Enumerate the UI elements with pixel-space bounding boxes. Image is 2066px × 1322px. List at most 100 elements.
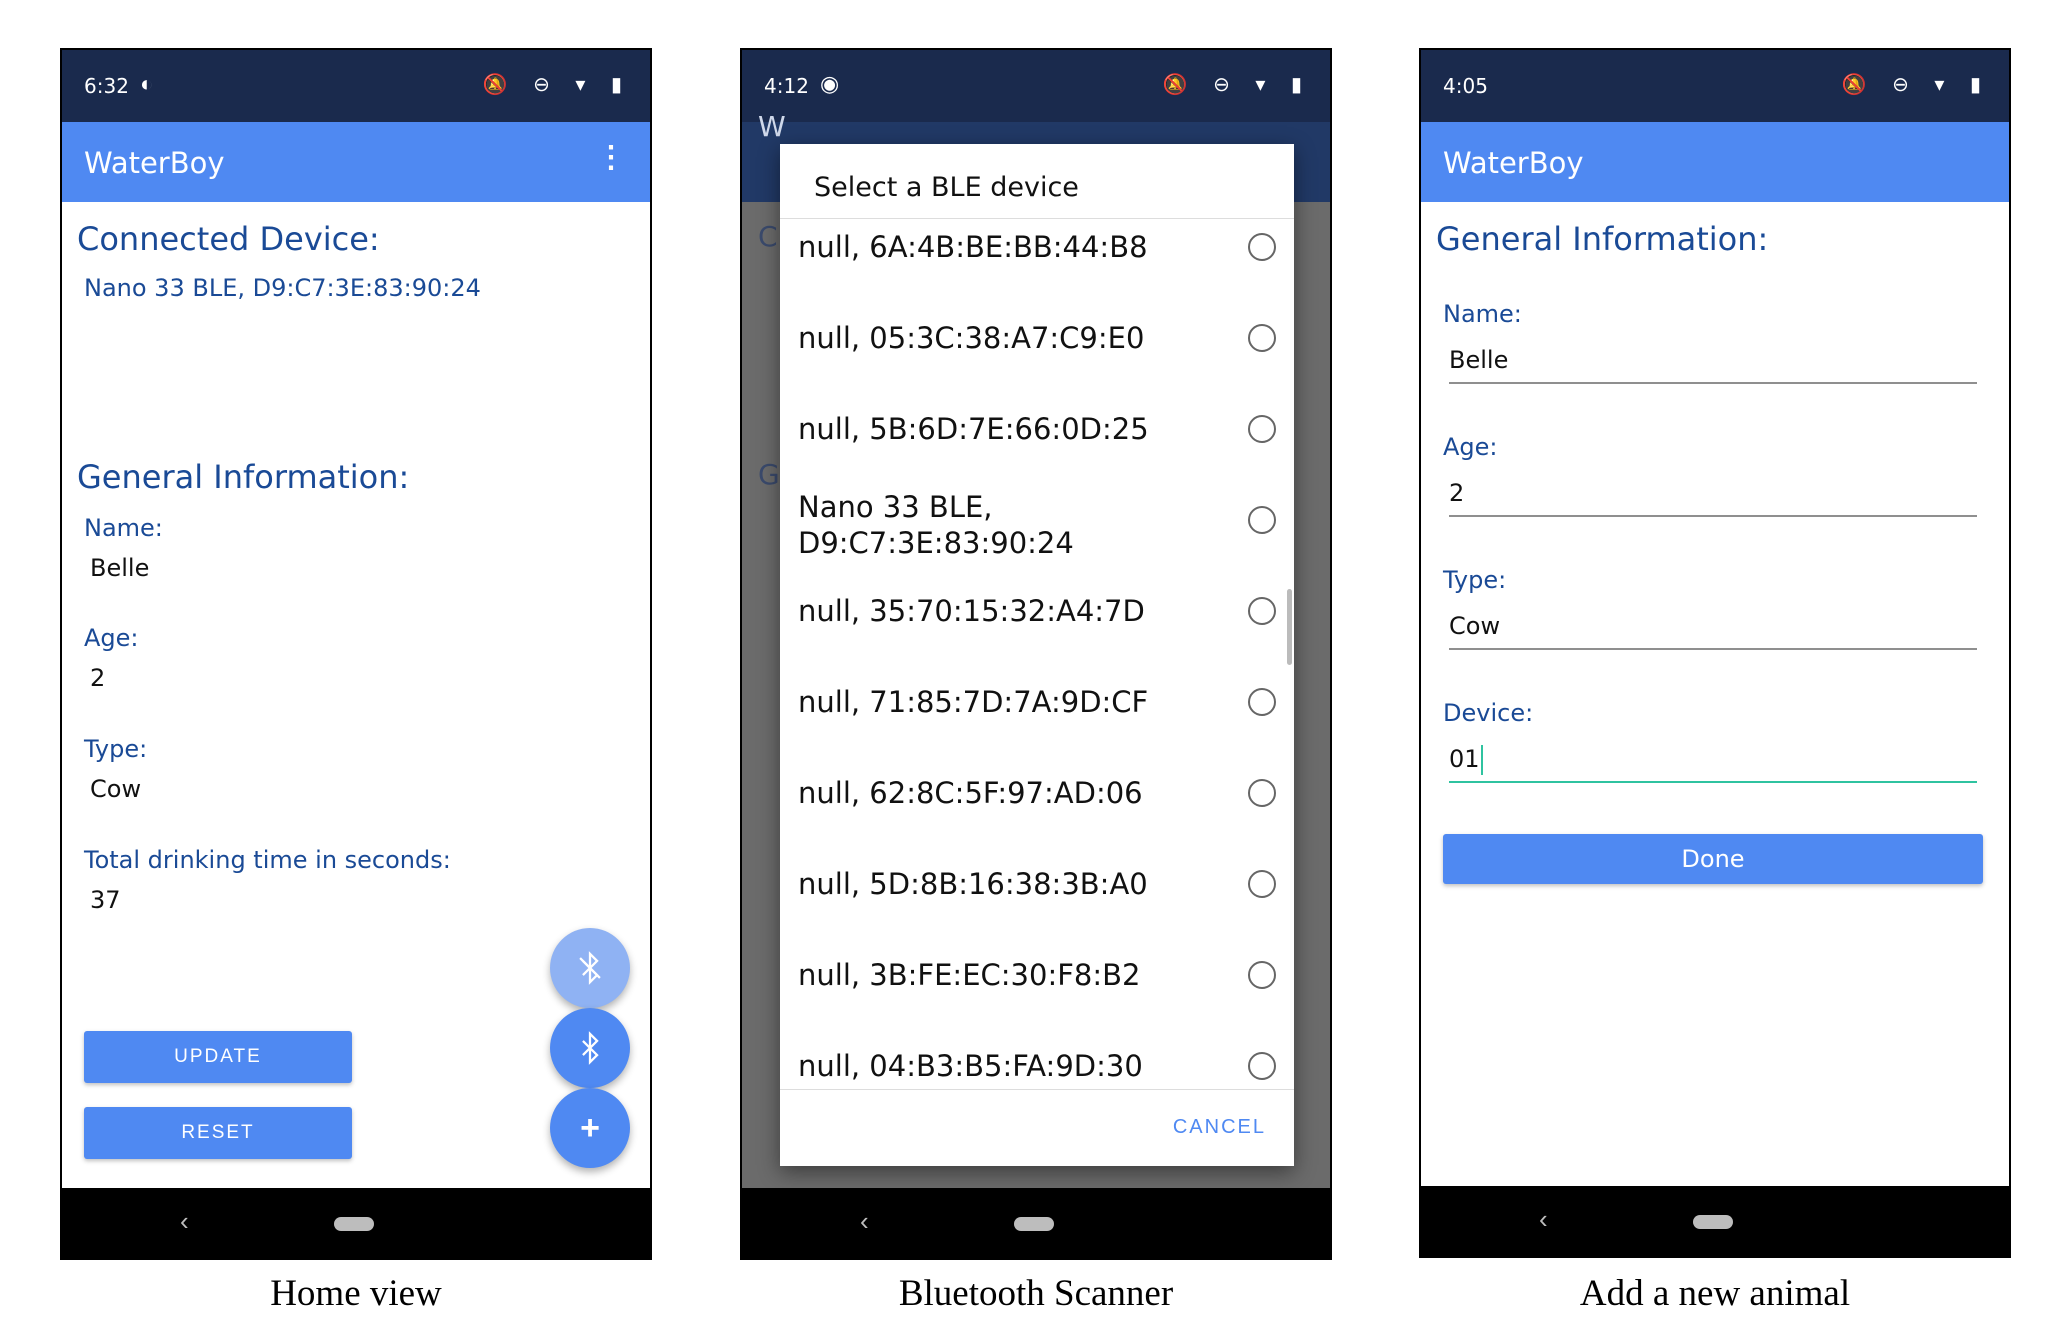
device-input-value: 01 <box>1449 745 1483 775</box>
app-notification-icon: ◐ <box>140 71 154 96</box>
ble-device-label: null, 71:85:7D:7A:9D:CF <box>798 685 1149 719</box>
ble-device-label: null, 3B:FE:EC:30:F8:B2 <box>798 958 1141 992</box>
home-screen: 6:32 ◐ 🔕 ⊖ ▾ ▮ WaterBoy ⋮ Connected Devi… <box>60 48 652 1260</box>
app-bar: WaterBoy <box>1421 122 2009 202</box>
status-bar: 4:05 🔕 ⊖ ▾ ▮ <box>1421 50 2009 122</box>
radio-button[interactable] <box>1248 688 1276 716</box>
status-bar: 4:12 ◉ ● 🔕 ⊖ ▾ ▮ <box>742 50 1330 122</box>
age-input-value: 2 <box>1449 479 1465 507</box>
age-label: Age: <box>84 624 139 652</box>
name-input-value: Belle <box>1449 346 1509 374</box>
name-label: Name: <box>1443 300 1522 328</box>
ble-device-list[interactable]: null, 6A:4B:BE:BB:44:B8 null, 05:3C:38:A… <box>780 219 1294 1089</box>
scanner-screen: 4:12 ◉ ● 🔕 ⊖ ▾ ▮ C G W Select a BLE devi… <box>740 48 1332 1260</box>
home-pill-icon[interactable] <box>1014 1217 1054 1231</box>
behind-heading-c: C <box>758 220 778 253</box>
name-value: Belle <box>90 554 150 582</box>
text-cursor <box>1480 745 1483 775</box>
ble-device-item[interactable]: null, 35:70:15:32:A4:7D <box>780 583 1294 673</box>
bluetooth-disabled-icon <box>579 951 601 985</box>
name-label: Name: <box>84 514 163 542</box>
nav-bar: ‹ <box>742 1188 1330 1258</box>
ble-device-label: null, 04:B3:B5:FA:9D:30 <box>798 1049 1143 1083</box>
reset-button[interactable]: RESET <box>84 1107 352 1159</box>
type-value: Cow <box>90 775 142 803</box>
age-value: 2 <box>90 664 106 692</box>
general-info-heading: General Information: <box>77 458 410 496</box>
status-icons: 🔕 ⊖ ▾ ▮ <box>482 74 632 96</box>
home-pill-icon[interactable] <box>334 1217 374 1231</box>
ble-device-item[interactable]: null, 5D:8B:16:38:3B:A0 <box>780 856 1294 946</box>
back-icon[interactable]: ‹ <box>1539 1204 1548 1235</box>
ble-device-item[interactable]: null, 62:8C:5F:97:AD:06 <box>780 765 1294 855</box>
home-pill-icon[interactable] <box>1693 1215 1733 1229</box>
radio-button[interactable] <box>1248 870 1276 898</box>
status-icons: 🔕 ⊖ ▾ ▮ <box>1162 74 1312 96</box>
name-input[interactable]: Belle <box>1449 340 1977 384</box>
drinking-time-label: Total drinking time in seconds: <box>84 846 451 874</box>
done-button[interactable]: Done <box>1443 834 1983 884</box>
ble-device-label: Nano 33 BLE, D9:C7:3E:83:90:24 <box>798 490 1074 560</box>
app-title: WaterBoy <box>1443 146 1584 180</box>
age-input[interactable]: 2 <box>1449 473 1977 517</box>
connected-device-heading: Connected Device: <box>77 220 380 258</box>
age-label: Age: <box>1443 433 1498 461</box>
status-icons: 🔕 ⊖ ▾ ▮ <box>1841 74 1991 96</box>
status-bar: 6:32 ◐ 🔕 ⊖ ▾ ▮ <box>62 50 650 122</box>
app-title: WaterBoy <box>84 146 225 180</box>
ble-device-item[interactable]: null, 05:3C:38:A7:C9:E0 <box>780 310 1294 400</box>
status-time: 6:32 <box>84 74 129 98</box>
behind-title-w: W <box>758 110 786 143</box>
add-animal-screen: 4:05 🔕 ⊖ ▾ ▮ WaterBoy General Informatio… <box>1419 48 2011 1258</box>
general-info-heading: General Information: <box>1436 220 1769 258</box>
device-label: Device: <box>1443 699 1534 727</box>
back-icon[interactable]: ‹ <box>180 1206 189 1237</box>
type-input[interactable]: Cow <box>1449 606 1977 650</box>
ble-device-item[interactable]: null, 6A:4B:BE:BB:44:B8 <box>780 219 1294 309</box>
add-animal-fab[interactable]: + <box>550 1088 630 1168</box>
dialog-title: Select a BLE device <box>814 172 1079 203</box>
type-input-value: Cow <box>1449 612 1501 640</box>
update-button[interactable]: UPDATE <box>84 1031 352 1083</box>
back-icon[interactable]: ‹ <box>860 1206 869 1237</box>
ble-device-item[interactable]: null, 04:B3:B5:FA:9D:30 <box>780 1038 1294 1089</box>
radio-button[interactable] <box>1248 324 1276 352</box>
type-label: Type: <box>84 735 148 763</box>
app-bar: WaterBoy ⋮ <box>62 122 650 202</box>
ble-device-dialog: Select a BLE device null, 6A:4B:BE:BB:44… <box>780 144 1294 1166</box>
radio-button[interactable] <box>1248 233 1276 261</box>
ble-device-label: null, 5D:8B:16:38:3B:A0 <box>798 867 1148 901</box>
device-input[interactable]: 01 <box>1449 739 1977 783</box>
scanner-caption: Bluetooth Scanner <box>898 1273 1174 1314</box>
ble-device-label: null, 05:3C:38:A7:C9:E0 <box>798 321 1145 355</box>
screen-record-icon: ◉ <box>820 71 840 96</box>
connected-device-value: Nano 33 BLE, D9:C7:3E:83:90:24 <box>84 274 481 302</box>
status-time: 4:12 <box>764 74 809 98</box>
type-label: Type: <box>1443 566 1507 594</box>
home-caption: Home view <box>270 1273 442 1314</box>
ble-device-item[interactable]: Nano 33 BLE, D9:C7:3E:83:90:24 <box>780 489 1294 581</box>
overflow-menu-icon[interactable]: ⋮ <box>596 140 626 175</box>
bluetooth-icon <box>582 1031 599 1065</box>
add-caption: Add a new animal <box>1579 1273 1851 1314</box>
radio-button[interactable] <box>1248 779 1276 807</box>
ble-device-item[interactable]: null, 3B:FE:EC:30:F8:B2 <box>780 947 1294 1037</box>
radio-button[interactable] <box>1248 506 1276 534</box>
bluetooth-disabled-fab[interactable] <box>550 928 630 1008</box>
ble-device-item[interactable]: null, 71:85:7D:7A:9D:CF <box>780 674 1294 764</box>
ble-device-label: null, 35:70:15:32:A4:7D <box>798 594 1145 628</box>
cancel-button[interactable]: CANCEL <box>1173 1116 1266 1139</box>
bluetooth-scan-fab[interactable] <box>550 1008 630 1088</box>
ble-device-item[interactable]: null, 5B:6D:7E:66:0D:25 <box>780 401 1294 491</box>
behind-heading-g: G <box>758 458 780 491</box>
radio-button[interactable] <box>1248 1052 1276 1080</box>
list-scrollbar[interactable] <box>1287 589 1292 665</box>
ble-device-label: null, 5B:6D:7E:66:0D:25 <box>798 412 1149 446</box>
ble-device-label: null, 6A:4B:BE:BB:44:B8 <box>798 230 1148 264</box>
divider <box>780 1089 1294 1090</box>
nav-bar: ‹ <box>62 1188 650 1258</box>
radio-button[interactable] <box>1248 597 1276 625</box>
nav-bar: ‹ <box>1421 1186 2009 1256</box>
radio-button[interactable] <box>1248 961 1276 989</box>
radio-button[interactable] <box>1248 415 1276 443</box>
